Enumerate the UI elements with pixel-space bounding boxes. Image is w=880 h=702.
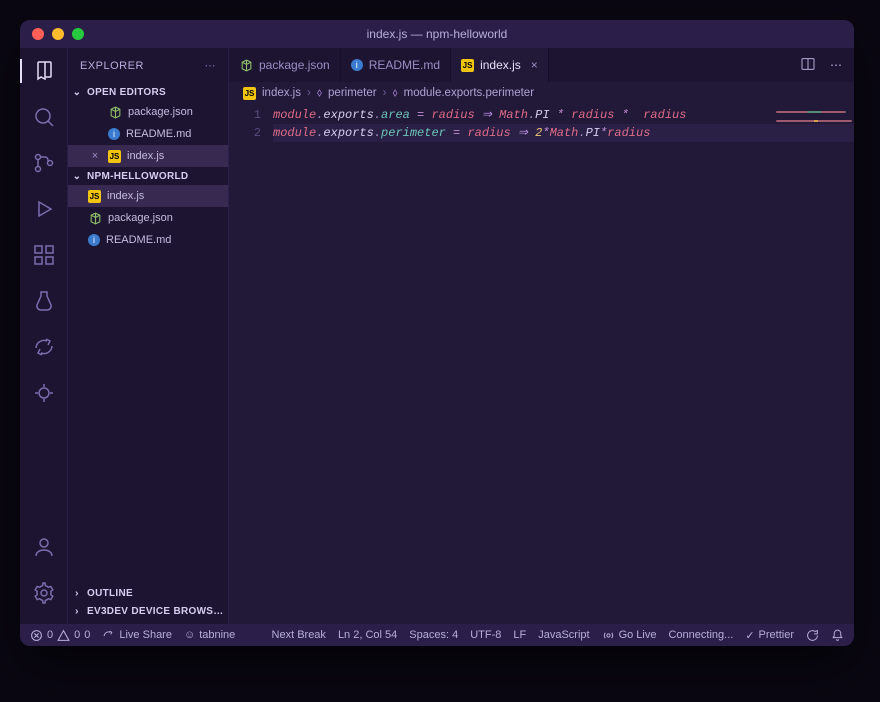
- extensions-icon[interactable]: [20, 232, 68, 278]
- info-icon: i: [108, 128, 120, 140]
- tabnine-status[interactable]: ☺ tabnine: [184, 629, 235, 641]
- chevron-down-icon: ⌄: [70, 169, 84, 183]
- source-control-icon[interactable]: [20, 140, 68, 186]
- code-line[interactable]: module.exports.area = radius ⇒ Math.PI *…: [273, 106, 854, 124]
- testing-icon[interactable]: [20, 278, 68, 324]
- editor-tab[interactable]: package.json: [229, 48, 341, 82]
- js-icon: JS: [108, 150, 121, 163]
- chevron-right-icon: ›: [307, 87, 311, 99]
- file-name: README.md: [126, 128, 191, 140]
- accounts-icon[interactable]: [20, 524, 68, 570]
- editor-tab[interactable]: JS index.js ×: [451, 48, 549, 82]
- titlebar: index.js — npm-helloworld: [20, 20, 854, 48]
- project-label: NPM-HELLOWORLD: [87, 171, 188, 182]
- open-editors-header[interactable]: ⌄ OPEN EDITORS: [68, 83, 228, 101]
- breadcrumbs[interactable]: JS index.js › ⬨ perimeter › ⬨ module.exp…: [229, 82, 854, 104]
- breadcrumb-symbol[interactable]: perimeter: [328, 87, 377, 99]
- file-item[interactable]: i README.md: [68, 229, 228, 251]
- check-icon: ✓: [745, 629, 754, 642]
- chevron-down-icon: ⌄: [70, 85, 84, 99]
- minimize-window-button[interactable]: [52, 28, 64, 40]
- chevron-right-icon: ›: [383, 87, 387, 99]
- tab-label: README.md: [369, 58, 440, 72]
- eol-status[interactable]: LF: [513, 629, 526, 641]
- search-icon[interactable]: [20, 94, 68, 140]
- file-name: package.json: [108, 212, 173, 224]
- explorer-icon[interactable]: [20, 48, 68, 94]
- sidebar-more-icon[interactable]: ⋯: [205, 59, 217, 72]
- close-icon[interactable]: ×: [88, 150, 102, 162]
- line-gutter: 12: [229, 104, 273, 624]
- status-bar: 0 0 0 Live Share ☺ tabnine Next Break Ln…: [20, 624, 854, 646]
- tab-label: index.js: [480, 58, 521, 72]
- js-icon: JS: [88, 190, 101, 203]
- maximize-window-button[interactable]: [72, 28, 84, 40]
- target-icon[interactable]: [20, 370, 68, 416]
- method-icon: ⬨: [392, 87, 397, 100]
- indentation-status[interactable]: Spaces: 4: [409, 629, 458, 641]
- open-editor-item[interactable]: × JS index.js: [68, 145, 228, 167]
- file-name: index.js: [127, 150, 164, 162]
- prettier-status[interactable]: ✓ Prettier: [745, 629, 794, 642]
- explorer-sidebar: EXPLORER ⋯ ⌄ OPEN EDITORS package.json i…: [68, 48, 228, 624]
- method-icon: ⬨: [317, 87, 322, 100]
- cursor-position[interactable]: Ln 2, Col 54: [338, 629, 397, 641]
- liveshare-icon[interactable]: [20, 324, 68, 370]
- info-icon: i: [351, 59, 363, 71]
- project-header[interactable]: ⌄ NPM-HELLOWORLD: [68, 167, 228, 185]
- editor-more-icon[interactable]: ⋯: [830, 58, 842, 72]
- editor-tab[interactable]: i README.md: [341, 48, 451, 82]
- connecting-status[interactable]: Connecting...: [668, 629, 733, 641]
- gear-icon[interactable]: [20, 570, 68, 616]
- chevron-right-icon: ›: [70, 586, 84, 600]
- encoding-status[interactable]: UTF-8: [470, 629, 501, 641]
- bell-icon[interactable]: [831, 629, 844, 642]
- sidebar-title: EXPLORER: [80, 60, 144, 72]
- file-name: index.js: [107, 190, 144, 202]
- js-icon: JS: [461, 59, 474, 72]
- breadcrumb-file[interactable]: index.js: [262, 87, 301, 99]
- split-editor-icon[interactable]: [800, 56, 816, 75]
- outline-header[interactable]: › OUTLINE: [68, 584, 228, 602]
- info-icon: i: [88, 234, 100, 246]
- file-item[interactable]: package.json: [68, 207, 228, 229]
- feedback-icon[interactable]: [806, 629, 819, 642]
- file-name: README.md: [106, 234, 171, 246]
- chevron-right-icon: ›: [70, 604, 84, 618]
- npm-icon: [239, 58, 253, 72]
- js-icon: JS: [243, 87, 256, 100]
- live-share-status[interactable]: Live Share: [102, 629, 172, 642]
- smiley-icon: ☺: [184, 629, 195, 641]
- close-icon[interactable]: ×: [531, 58, 538, 72]
- language-status[interactable]: JavaScript: [538, 629, 589, 641]
- open-editors-label: OPEN EDITORS: [87, 87, 166, 98]
- outline-label: OUTLINE: [87, 588, 133, 599]
- tab-bar: package.json i README.md JS index.js × ⋯: [229, 48, 854, 82]
- next-break-status[interactable]: Next Break: [272, 629, 326, 641]
- open-editor-item[interactable]: i README.md: [68, 123, 228, 145]
- open-editor-item[interactable]: package.json: [68, 101, 228, 123]
- tab-label: package.json: [259, 58, 330, 72]
- run-debug-icon[interactable]: [20, 186, 68, 232]
- code-line[interactable]: module.exports.perimeter = radius ⇒ 2*Ma…: [273, 124, 854, 142]
- errors-warnings[interactable]: 0 0 0: [30, 629, 90, 642]
- ev3dev-label: EV3DEV DEVICE BROWS…: [87, 606, 224, 617]
- file-item[interactable]: JS index.js: [68, 185, 228, 207]
- file-name: package.json: [128, 106, 193, 118]
- breadcrumb-symbol[interactable]: module.exports.perimeter: [404, 87, 534, 99]
- go-live-status[interactable]: Go Live: [602, 629, 657, 642]
- ev3dev-header[interactable]: › EV3DEV DEVICE BROWS…: [68, 602, 228, 620]
- code-editor[interactable]: module.exports.area = radius ⇒ Math.PI *…: [273, 104, 854, 624]
- npm-icon: [108, 105, 122, 119]
- npm-icon: [88, 211, 102, 225]
- close-window-button[interactable]: [32, 28, 44, 40]
- window-title: index.js — npm-helloworld: [20, 27, 854, 41]
- activity-bar: [20, 48, 68, 624]
